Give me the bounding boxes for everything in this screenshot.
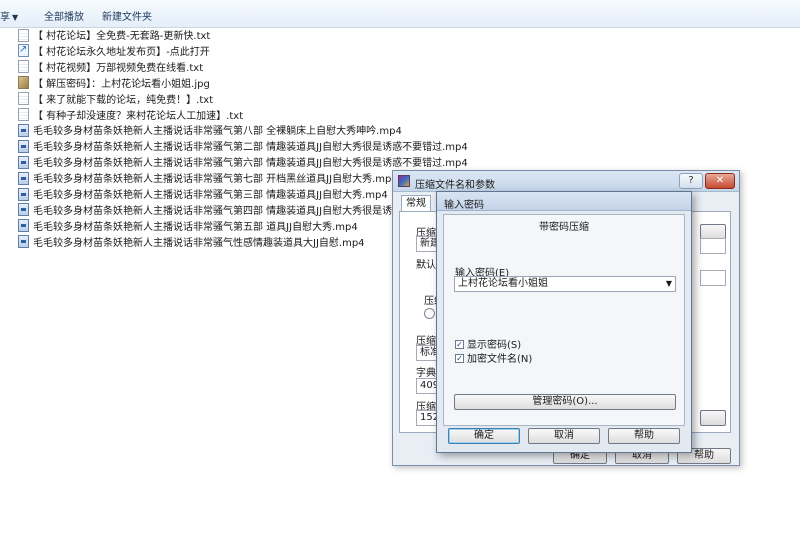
- file-item[interactable]: 毛毛较多身材苗条妖艳新人主播说话非常骚气第五部 道具JJ自慰大秀.mp4: [18, 219, 358, 235]
- txt-file-icon: [18, 28, 29, 42]
- mp4-file-icon: [18, 171, 29, 185]
- file-item[interactable]: 毛毛较多身材苗条妖艳新人主播说话非常骚气第八部 全裸躺床上自慰大秀呻吟.mp4: [18, 123, 402, 139]
- file-name: 【 有种子却没速度？来村花论坛人工加速】.txt: [33, 110, 244, 122]
- file-name: 【 村花视频】万部视频免费在线看.txt: [33, 62, 204, 74]
- mp4-file-icon: [18, 203, 29, 217]
- file-item[interactable]: 毛毛较多身材苗条妖艳新人主播说话非常骚气第六部 情趣装道具JJ自慰大秀很是诱惑不…: [18, 155, 468, 171]
- file-name: 毛毛较多身材苗条妖艳新人主播说话非常骚气第五部 道具JJ自慰大秀.mp4: [33, 221, 358, 233]
- password-dialog-titlebar[interactable]: 输入密码: [437, 192, 691, 211]
- file-item[interactable]: 【 来了就能下载的论坛，纯免费！】.txt: [18, 92, 214, 108]
- archive-name-dropdown[interactable]: [700, 238, 726, 254]
- file-name: 【 村花论坛】全免费-无套路-更新快.txt: [33, 31, 211, 42]
- mp4-file-icon: [18, 155, 29, 169]
- mp4-file-icon: [18, 139, 29, 153]
- file-name: 【 解压密码】：上村花论坛看小姐姐.jpg: [33, 78, 210, 90]
- file-name: 毛毛较多身材苗条妖艳新人主播说话非常骚气性感情趣装道具大JJ自慰.mp4: [33, 237, 365, 249]
- archive-dialog-titlebar[interactable]: 压缩文件名和参数 ? ✕: [393, 171, 739, 192]
- mp4-file-icon: [18, 187, 29, 201]
- txt-file-icon: [18, 108, 29, 121]
- file-name: 【 来了就能下载的论坛，纯免费！】.txt: [33, 94, 214, 106]
- profile-dropdown[interactable]: [700, 270, 726, 286]
- file-name: 毛毛较多身材苗条妖艳新人主播说话非常骚气第二部 情趣装道具JJ自慰大秀很是诱惑不…: [33, 142, 468, 154]
- share-menu[interactable]: 享 ▼: [0, 8, 18, 23]
- file-name: 毛毛较多身材苗条妖艳新人主播说话非常骚气第四部 情趣装道具JJ自慰大秀很是诱惑不…: [33, 205, 433, 217]
- chevron-down-icon[interactable]: ▼: [666, 277, 672, 291]
- share-label: 享: [0, 12, 10, 23]
- password-cancel-button[interactable]: 取消: [528, 428, 600, 444]
- encrypt-names-check-icon: ✓: [455, 353, 464, 363]
- file-item[interactable]: 毛毛较多身材苗条妖艳新人主播说话非常骚气第四部 情趣装道具JJ自慰大秀很是诱惑不…: [18, 203, 433, 219]
- password-help-button[interactable]: 帮助: [608, 428, 680, 444]
- password-value: 上村花论坛看小姐姐: [458, 278, 548, 289]
- archive-dialog-title: 压缩文件名和参数: [415, 180, 495, 191]
- mp4-file-icon: [18, 235, 29, 249]
- password-input[interactable]: 上村花论坛看小姐姐 ▼: [454, 276, 676, 292]
- file-item[interactable]: 【 有种子却没速度？来村花论坛人工加速】.txt: [18, 108, 244, 124]
- password-dialog: 输入密码 带密码压缩 输入密码(E) 上村花论坛看小姐姐 ▼ ✓ 显示密码(S) …: [436, 191, 692, 453]
- new-folder-button[interactable]: 新建文件夹: [102, 8, 152, 23]
- file-name: 毛毛较多身材苗条妖艳新人主播说话非常骚气第七部 开档黑丝道具JJ自慰大秀.mp4: [33, 174, 398, 186]
- format-radio[interactable]: [424, 308, 435, 319]
- manage-passwords-button[interactable]: 管理密码(O)...: [454, 394, 676, 410]
- tab-general[interactable]: 常规: [401, 195, 431, 212]
- password-heading: 带密码压缩: [539, 222, 589, 233]
- lnk-file-icon: [18, 42, 29, 58]
- side-button[interactable]: [700, 410, 726, 426]
- file-item[interactable]: 【 村花论坛永久地址发布页】-点此打开: [18, 42, 210, 60]
- txt-file-icon: [18, 60, 29, 74]
- password-ok-button[interactable]: 确定: [448, 428, 520, 444]
- file-name: 毛毛较多身材苗条妖艳新人主播说话非常骚气第八部 全裸躺床上自慰大秀呻吟.mp4: [33, 126, 402, 138]
- encrypt-names-checkbox[interactable]: ✓ 加密文件名(N): [455, 350, 532, 365]
- close-button[interactable]: ✕: [705, 173, 735, 189]
- file-item[interactable]: 【 村花视频】万部视频免费在线看.txt: [18, 60, 204, 76]
- encrypt-names-label: 加密文件名(N): [467, 354, 533, 365]
- help-caption-button[interactable]: ?: [679, 173, 703, 189]
- jpg-file-icon: [18, 76, 29, 90]
- file-item[interactable]: 毛毛较多身材苗条妖艳新人主播说话非常骚气第七部 开档黑丝道具JJ自慰大秀.mp4: [18, 171, 398, 187]
- file-item[interactable]: 毛毛较多身材苗条妖艳新人主播说话非常骚气性感情趣装道具大JJ自慰.mp4: [18, 235, 365, 251]
- file-name: 毛毛较多身材苗条妖艳新人主播说话非常骚气第三部 情趣装道具JJ自慰大秀.mp4: [33, 190, 388, 201]
- show-password-check-icon: ✓: [455, 339, 464, 349]
- file-item[interactable]: 毛毛较多身材苗条妖艳新人主播说话非常骚气第二部 情趣装道具JJ自慰大秀很是诱惑不…: [18, 139, 468, 155]
- txt-file-icon: [18, 92, 29, 106]
- mp4-file-icon: [18, 123, 29, 137]
- file-item[interactable]: 毛毛较多身材苗条妖艳新人主播说话非常骚气第三部 情趣装道具JJ自慰大秀.mp4: [18, 187, 388, 203]
- file-item[interactable]: 【 解压密码】：上村花论坛看小姐姐.jpg: [18, 76, 210, 92]
- show-password-checkbox[interactable]: ✓ 显示密码(S): [455, 336, 521, 351]
- password-dialog-title: 输入密码: [444, 200, 484, 211]
- explorer-toolbar: 享 ▼ 全部播放 新建文件夹: [0, 0, 800, 28]
- mp4-file-icon: [18, 219, 29, 233]
- winrar-icon: [398, 175, 410, 187]
- file-name: 【 村花论坛永久地址发布页】-点此打开: [33, 46, 210, 58]
- file-name: 毛毛较多身材苗条妖艳新人主播说话非常骚气第六部 情趣装道具JJ自慰大秀很是诱惑不…: [33, 158, 468, 170]
- chevron-down-icon: ▼: [12, 13, 19, 22]
- file-item[interactable]: 【 村花论坛】全免费-无套路-更新快.txt: [18, 28, 211, 44]
- play-all-button[interactable]: 全部播放: [44, 8, 84, 23]
